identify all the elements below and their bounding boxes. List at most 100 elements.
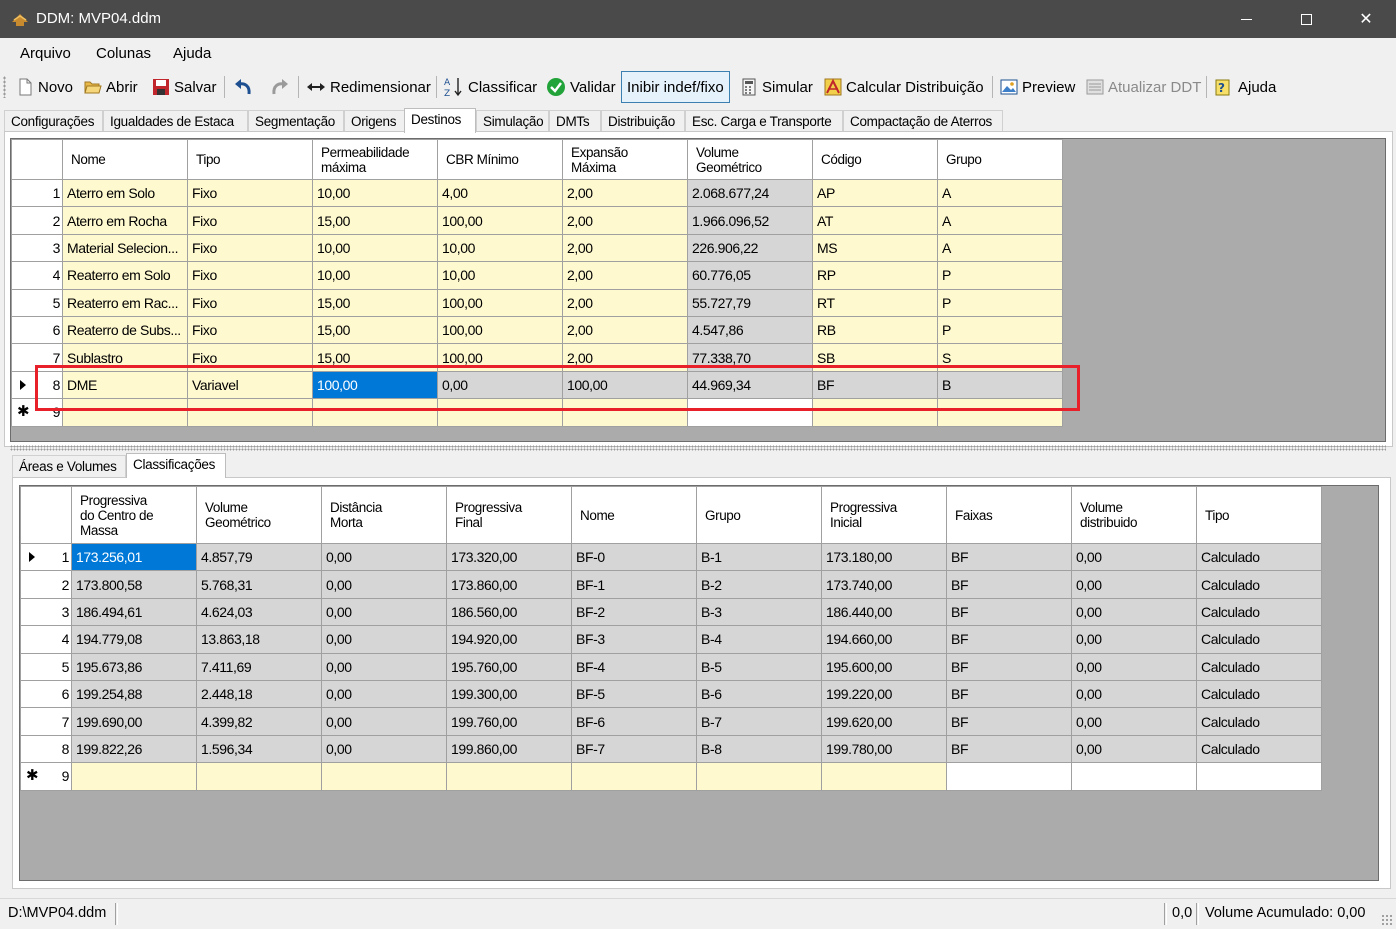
tab-simulacao[interactable]: Simulação: [476, 110, 549, 132]
grid-cell[interactable]: 199.220,00: [821, 679, 947, 709]
grid-cell[interactable]: BF-7: [571, 734, 697, 764]
grid-cell[interactable]: 10,00: [312, 178, 438, 208]
grid-cell[interactable]: [937, 398, 1063, 427]
grid-cell[interactable]: 0,00: [321, 625, 447, 654]
resize-grip[interactable]: [1381, 914, 1393, 926]
grid-cell[interactable]: [1196, 762, 1322, 791]
grid-cell[interactable]: 100,00: [562, 370, 688, 400]
grid-cell[interactable]: Fixo: [187, 206, 313, 235]
grid-cell[interactable]: DME: [62, 370, 188, 400]
grid-cell[interactable]: B-7: [696, 707, 822, 736]
grid-cell[interactable]: RT: [812, 288, 938, 317]
validar-button[interactable]: Validar: [546, 68, 616, 106]
grid-cell[interactable]: 4,00: [437, 178, 563, 208]
new-row[interactable]: ✱ 9: [20, 762, 1322, 791]
grid-cell[interactable]: 173.256,01: [71, 542, 197, 572]
grid-cell[interactable]: 10,00: [437, 233, 563, 263]
grid-cell[interactable]: 0,00: [1071, 734, 1197, 764]
atualizar-ddt-button[interactable]: Atualizar DDT: [1086, 68, 1201, 106]
grid-cell[interactable]: 186.440,00: [821, 597, 947, 627]
grid-cell[interactable]: 10,00: [437, 261, 563, 290]
column-header[interactable]: Expansão Máxima: [562, 139, 688, 180]
grid-cell[interactable]: 100,00: [437, 315, 563, 345]
grid-cell[interactable]: 5.768,31: [196, 570, 322, 599]
column-header[interactable]: Nome: [571, 486, 697, 544]
grid-cell[interactable]: 199.760,00: [446, 707, 572, 736]
grid-cell[interactable]: 0,00: [1071, 679, 1197, 709]
grid-cell[interactable]: A: [937, 178, 1063, 208]
grid-cell[interactable]: 2,00: [562, 315, 688, 345]
redimensionar-button[interactable]: Redimensionar: [306, 68, 431, 106]
grid-cell[interactable]: S: [937, 343, 1063, 372]
tab-origens[interactable]: Origens: [344, 110, 405, 132]
grid-cell[interactable]: 2.068.677,24: [687, 178, 813, 208]
grid-cell[interactable]: BF: [946, 542, 1072, 572]
redo-button[interactable]: [268, 68, 294, 106]
row-header[interactable]: 3: [20, 597, 72, 627]
grid-cell[interactable]: BF: [946, 652, 1072, 681]
grid-cell[interactable]: AT: [812, 206, 938, 235]
table-row[interactable]: 6 Reaterro de Subs... Fixo 15,00 100,00 2,00 4…: [11, 315, 1063, 345]
grid-cell[interactable]: Calculado: [1196, 625, 1322, 654]
column-header[interactable]: Progressiva do Centro de Massa: [71, 486, 197, 544]
column-header[interactable]: Faixas: [946, 486, 1072, 544]
novo-button[interactable]: Novo: [16, 68, 73, 106]
tab-igualdades-de-estaca[interactable]: Igualdades de Estaca: [103, 110, 248, 132]
grid-cell[interactable]: [946, 762, 1072, 791]
column-header[interactable]: Nome: [62, 139, 188, 180]
column-header[interactable]: Volume Geométrico: [196, 486, 322, 544]
tab-destinos[interactable]: Destinos: [404, 108, 476, 133]
grid-cell[interactable]: BF: [946, 597, 1072, 627]
maximize-button[interactable]: [1276, 0, 1336, 38]
grid-cell[interactable]: 2,00: [562, 343, 688, 372]
grid-cell[interactable]: 15,00: [312, 206, 438, 235]
tab-compactacao-de-aterros[interactable]: Compactação de Aterros: [843, 110, 1003, 132]
grid-cell[interactable]: 100,00: [312, 370, 438, 400]
grid-cell[interactable]: 0,00: [1071, 707, 1197, 736]
column-header[interactable]: Progressiva Final: [446, 486, 572, 544]
grid-cell[interactable]: BF: [946, 734, 1072, 764]
grid-cell[interactable]: 0,00: [321, 542, 447, 572]
grid-cell[interactable]: 0,00: [321, 570, 447, 599]
grid-cell[interactable]: B-4: [696, 625, 822, 654]
grid-cell[interactable]: RB: [812, 315, 938, 345]
grid-cell[interactable]: 199.780,00: [821, 734, 947, 764]
grid-cell[interactable]: BF-2: [571, 597, 697, 627]
splitter[interactable]: [10, 445, 1386, 451]
grid-cell[interactable]: Fixo: [187, 315, 313, 345]
menu-arquivo[interactable]: Arquivo: [20, 45, 71, 62]
grid-cell[interactable]: Fixo: [187, 288, 313, 317]
grid-cell[interactable]: [571, 762, 697, 791]
grid-cell[interactable]: [187, 398, 313, 427]
row-header[interactable]: 4: [20, 625, 72, 654]
grid-cell[interactable]: 199.690,00: [71, 707, 197, 736]
tab-classificacoes[interactable]: Classificações: [126, 453, 226, 478]
column-header[interactable]: Grupo: [937, 139, 1063, 180]
grid-cell[interactable]: MS: [812, 233, 938, 263]
grid-cell[interactable]: [446, 762, 572, 791]
grid-cell[interactable]: 195.673,86: [71, 652, 197, 681]
grid-cell[interactable]: Calculado: [1196, 570, 1322, 599]
row-header[interactable]: ✱ 9: [20, 762, 72, 791]
grid-cell[interactable]: A: [937, 206, 1063, 235]
grid-cell[interactable]: 199.822,26: [71, 734, 197, 764]
ajuda-button[interactable]: ? Ajuda: [1214, 68, 1276, 106]
grid-cell[interactable]: [62, 398, 188, 427]
row-header[interactable]: ✱ 9: [11, 398, 63, 427]
grid-cell[interactable]: Calculado: [1196, 652, 1322, 681]
grid-cell[interactable]: 199.254,88: [71, 679, 197, 709]
grid-corner-header[interactable]: [11, 139, 63, 180]
grid-cell[interactable]: 173.860,00: [446, 570, 572, 599]
grid-cell[interactable]: [196, 762, 322, 791]
grid-cell[interactable]: P: [937, 261, 1063, 290]
table-row[interactable]: 8 199.822,26 1.596,34 0,00 199.860,00 BF-7 B-8…: [20, 734, 1322, 764]
new-row[interactable]: ✱ 9: [11, 398, 1063, 427]
grid-cell[interactable]: 0,00: [1071, 597, 1197, 627]
grid-cell[interactable]: BF: [946, 679, 1072, 709]
grid-cell[interactable]: BF-1: [571, 570, 697, 599]
grid-cell[interactable]: 2,00: [562, 261, 688, 290]
grid-cell[interactable]: B-8: [696, 734, 822, 764]
grid-cell[interactable]: 0,00: [1071, 652, 1197, 681]
row-header[interactable]: 5: [20, 652, 72, 681]
column-header[interactable]: Tipo: [187, 139, 313, 180]
